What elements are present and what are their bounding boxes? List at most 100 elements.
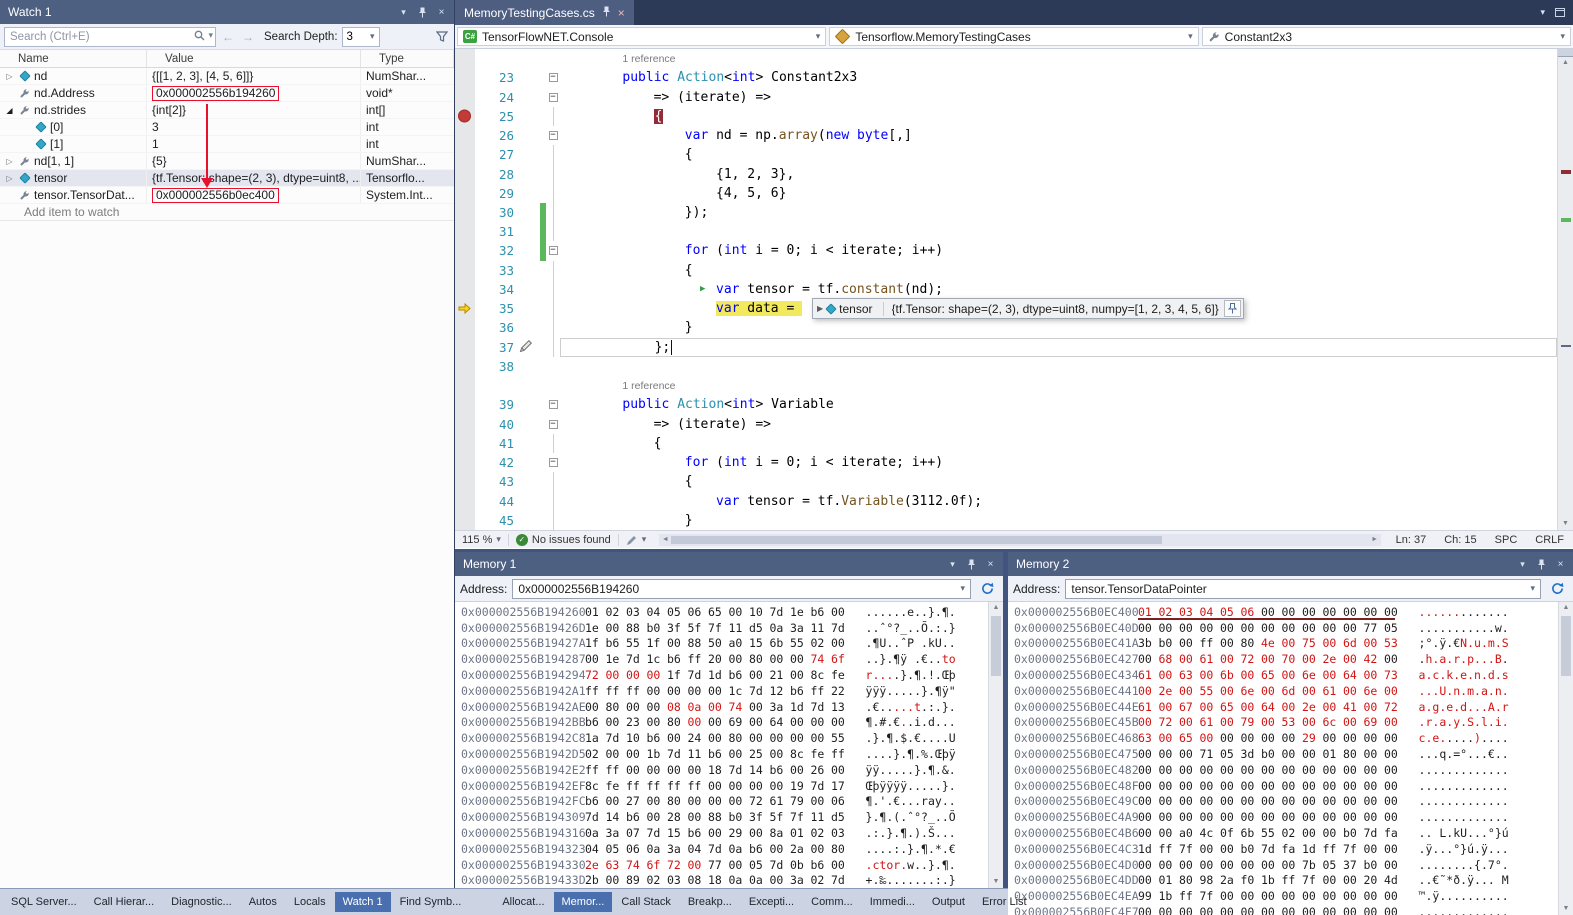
member-dropdown[interactable]: Constant2x3 ▾: [1202, 27, 1571, 46]
breakpoint-margin[interactable]: [455, 414, 475, 433]
memory1-titlebar[interactable]: Memory 1 ▾ ×: [455, 552, 1003, 576]
memory-row[interactable]: 0x000002556B1943097d14b600280088b03f5f7f…: [455, 809, 987, 825]
breakpoint-margin[interactable]: [455, 357, 475, 376]
scroll-left-icon[interactable]: ◄: [659, 536, 671, 543]
chevron-down-icon[interactable]: ▾: [395, 4, 412, 21]
code-line[interactable]: 31: [455, 222, 1557, 241]
bottom-tab[interactable]: Diagnostic...: [163, 892, 240, 912]
memory-row[interactable]: 0x000002556B0EC4D000000000000000007b0537…: [1008, 857, 1557, 873]
search-options-icon[interactable]: ▾: [208, 30, 213, 41]
watch-row[interactable]: tensor.TensorDat...0x000002556b0ec400Sys…: [0, 187, 454, 204]
memory-row[interactable]: 0x000002556B0EC4B60000a04c0f6b55020000b0…: [1008, 825, 1557, 841]
memory1-scrollbar[interactable]: ▲ ▼: [988, 602, 1003, 888]
bottom-tab[interactable]: Immedi...: [862, 892, 923, 912]
close-icon[interactable]: ×: [982, 556, 999, 573]
code-text[interactable]: }: [560, 511, 1557, 530]
memory-row[interactable]: 0x000002556B0EC4EA991bff7f00000000000000…: [1008, 888, 1557, 904]
fold-toggle-icon[interactable]: −: [549, 458, 558, 467]
memory-row[interactable]: 0x000002556B0EC44E61006700650064002e0041…: [1008, 699, 1557, 715]
outline-margin[interactable]: −: [546, 87, 560, 106]
code-line[interactable]: 25{: [455, 107, 1557, 126]
memory-row[interactable]: 0x000002556B1942E2ffff00000000187d14b600…: [455, 762, 987, 778]
memory-row[interactable]: 0x000002556B0EC41A3bb000ff00804e0075006d…: [1008, 636, 1557, 652]
code-line[interactable]: 38: [455, 357, 1557, 376]
watch-row[interactable]: ▷tensor{tf.Tensor: shape=(2, 3), dtype=u…: [0, 170, 454, 187]
code-editor[interactable]: 1 reference23−public Action<int> Constan…: [455, 49, 1557, 530]
add-watch-row[interactable]: Add item to watch: [0, 204, 454, 221]
outline-margin[interactable]: [546, 318, 560, 337]
code-text[interactable]: {: [560, 107, 1557, 126]
watch-value-cell[interactable]: 0x000002556b194260: [147, 85, 361, 101]
close-icon[interactable]: ×: [433, 4, 450, 21]
code-text[interactable]: {: [560, 472, 1557, 491]
bottom-tab[interactable]: Watch 1: [335, 892, 391, 912]
scrollbar-thumb[interactable]: [671, 536, 1161, 544]
editor-vertical-scrollbar[interactable]: ▲ ▼: [1557, 49, 1573, 530]
breakpoint-margin[interactable]: [455, 318, 475, 337]
column-header-value[interactable]: Value: [147, 50, 361, 67]
line-ending-indicator[interactable]: CRLF: [1526, 534, 1573, 546]
code-text[interactable]: var nd = np.array(new byte[,]: [560, 126, 1557, 145]
filter-icon[interactable]: [433, 28, 450, 45]
code-text[interactable]: [560, 222, 1557, 241]
breakpoint-icon[interactable]: [458, 110, 471, 123]
outline-margin[interactable]: [546, 203, 560, 222]
breakpoint-margin[interactable]: [455, 184, 475, 203]
code-line[interactable]: 27{: [455, 145, 1557, 164]
memory-row[interactable]: 0x000002556B0EC434610063006b0065006e0064…: [1008, 667, 1557, 683]
pin-icon[interactable]: [1224, 300, 1241, 317]
fold-toggle-icon[interactable]: −: [549, 420, 558, 429]
code-line[interactable]: 26−var nd = np.array(new byte[,]: [455, 126, 1557, 145]
memory-row[interactable]: 0x000002556B1943302e63746f72007700057d0b…: [455, 857, 987, 873]
bottom-tab[interactable]: Memor...: [554, 892, 613, 912]
bottom-tab[interactable]: Find Symb...: [392, 892, 470, 912]
outline-margin[interactable]: [546, 472, 560, 491]
bottom-tab[interactable]: Comm...: [803, 892, 861, 912]
health-indicator[interactable]: ✓ No issues found: [509, 534, 618, 546]
code-line[interactable]: 42−for (int i = 0; i < iterate; i++): [455, 453, 1557, 472]
breakpoint-margin[interactable]: [455, 280, 475, 299]
memory-row[interactable]: 0x000002556B0EC4000102030405060000000000…: [1008, 604, 1557, 620]
code-line[interactable]: 40−=> (iterate) =>: [455, 414, 1557, 433]
memory-row[interactable]: 0x000002556B194294720000001f7d1db6002100…: [455, 667, 987, 683]
outline-margin[interactable]: −: [546, 414, 560, 433]
scroll-down-icon[interactable]: ▼: [1558, 518, 1573, 530]
memory2-address-input[interactable]: tensor.TensorDataPointer ▾: [1065, 579, 1541, 599]
search-prev-icon[interactable]: ←: [220, 30, 236, 44]
type-dropdown[interactable]: Tensorflow.MemoryTestingCases ▾: [829, 27, 1198, 46]
float-window-icon[interactable]: [1555, 4, 1565, 22]
memory-row[interactable]: 0x000002556B1942BBb600230080000069006400…: [455, 715, 987, 731]
memory-row[interactable]: 0x000002556B1942EF8cfeffffffff0000000019…: [455, 778, 987, 794]
pin-icon[interactable]: [414, 4, 431, 21]
fold-toggle-icon[interactable]: −: [549, 93, 558, 102]
breakpoint-margin[interactable]: [455, 126, 475, 145]
pin-icon[interactable]: [602, 6, 611, 20]
close-icon[interactable]: ×: [1552, 556, 1569, 573]
run-to-click-icon[interactable]: ▶: [700, 284, 705, 294]
watch-row[interactable]: nd.Address0x000002556b194260void*: [0, 85, 454, 102]
expander-icon[interactable]: ▶: [817, 304, 823, 313]
bottom-tab[interactable]: Output: [924, 892, 973, 912]
code-text[interactable]: for (int i = 0; i < iterate; i++): [560, 241, 1557, 260]
memory-row[interactable]: 0x000002556B0EC4DD000180982af01bff7f0000…: [1008, 873, 1557, 889]
bottom-tab[interactable]: Locals: [286, 892, 334, 912]
memory-row[interactable]: 0x000002556B19433D2b0089020308180a0a003a…: [455, 873, 987, 888]
memory-row[interactable]: 0x000002556B0EC4820000000000000000000000…: [1008, 762, 1557, 778]
memory-row[interactable]: 0x000002556B1942AE00800000080a0074003a1d…: [455, 699, 987, 715]
pin-icon[interactable]: [1533, 556, 1550, 573]
expander-icon[interactable]: ◢: [4, 106, 15, 115]
code-line[interactable]: 37};: [455, 338, 1557, 357]
outline-margin[interactable]: [546, 145, 560, 164]
outline-margin[interactable]: [546, 376, 560, 395]
memory-row[interactable]: 0x000002556B194287001e7d1cb6ff2000800000…: [455, 651, 987, 667]
memory-row[interactable]: 0x000002556B1942C81a7d10b600240080000000…: [455, 730, 987, 746]
bottom-tab[interactable]: Error List: [974, 892, 1035, 912]
outline-margin[interactable]: −: [546, 395, 560, 414]
breakpoint-margin[interactable]: [455, 164, 475, 183]
outline-margin[interactable]: [546, 280, 560, 299]
code-line[interactable]: 29{4, 5, 6}: [455, 184, 1557, 203]
code-cleanup-button[interactable]: ▾: [619, 534, 654, 546]
code-text[interactable]: });: [560, 203, 1557, 222]
code-text[interactable]: 1 reference: [560, 49, 1557, 68]
code-line[interactable]: 44var tensor = tf.Variable(3112.0f);: [455, 491, 1557, 510]
